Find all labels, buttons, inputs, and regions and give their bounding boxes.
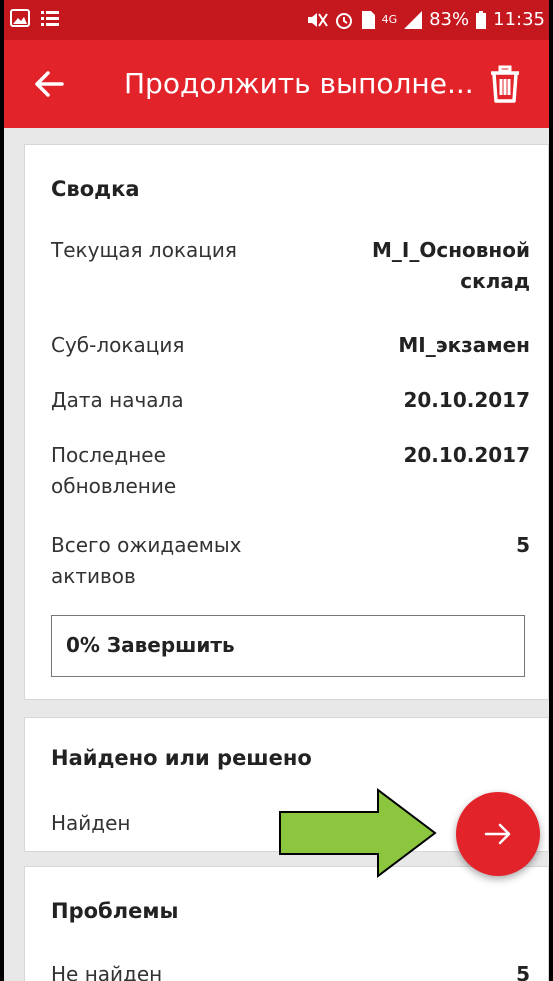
gallery-icon	[10, 9, 30, 27]
current-location-value: M_I_Основной склад	[372, 238, 530, 293]
status-bar-left	[10, 8, 60, 28]
found-label: Найден	[51, 811, 131, 835]
status-bar: 4G 83% 11:35	[4, 0, 549, 40]
app-bar: Продолжить выполне...	[4, 40, 549, 128]
not-found-value: 5	[516, 962, 530, 981]
alarm-icon	[335, 12, 352, 29]
sublocation-value: MI_экзамен	[398, 333, 530, 357]
complete-button[interactable]: 0% Завершить	[51, 615, 525, 677]
found-title: Найдено или решено	[51, 746, 312, 770]
current-location-label: Текущая локация	[51, 238, 237, 262]
mute-icon	[307, 12, 328, 27]
arrow-left-icon	[35, 71, 64, 97]
sim-icon	[361, 10, 375, 29]
page-title: Продолжить выполне...	[124, 67, 474, 100]
expected-assets-label: Всего ожидаемых активов	[51, 533, 242, 588]
last-update-value: 20.10.2017	[403, 443, 530, 467]
status-bar-right: 4G 83% 11:35	[306, 9, 545, 30]
start-date-label: Дата начала	[51, 388, 184, 412]
summary-title: Сводка	[51, 177, 140, 201]
network-type: 4G	[381, 13, 398, 26]
issues-card: Проблемы Не найден 5	[24, 866, 549, 981]
start-date-value: 20.10.2017	[403, 388, 530, 412]
issues-title: Проблемы	[51, 899, 179, 923]
annotation-arrow-icon	[279, 788, 437, 878]
delete-button[interactable]	[483, 62, 527, 106]
clock: 11:35	[493, 9, 545, 30]
summary-card: Сводка Текущая локация M_I_Основной скла…	[24, 144, 549, 700]
next-fab-button[interactable]	[456, 792, 540, 876]
sublocation-label: Суб-локация	[51, 333, 185, 357]
signal-icon	[404, 10, 423, 29]
trash-icon	[491, 65, 519, 103]
list-icon	[41, 11, 59, 26]
battery-icon	[476, 10, 487, 29]
expected-assets-value: 5	[516, 533, 530, 557]
phone-screen: 4G 83% 11:35 Продолжить выполне... Сводк…	[4, 0, 549, 981]
battery-percent: 83%	[429, 9, 470, 30]
last-update-label: Последнее обновление	[51, 443, 177, 498]
arrow-right-icon	[484, 823, 511, 845]
back-button[interactable]	[28, 62, 72, 106]
not-found-label: Не найден	[51, 962, 163, 981]
complete-button-label: 0% Завершить	[66, 633, 235, 657]
